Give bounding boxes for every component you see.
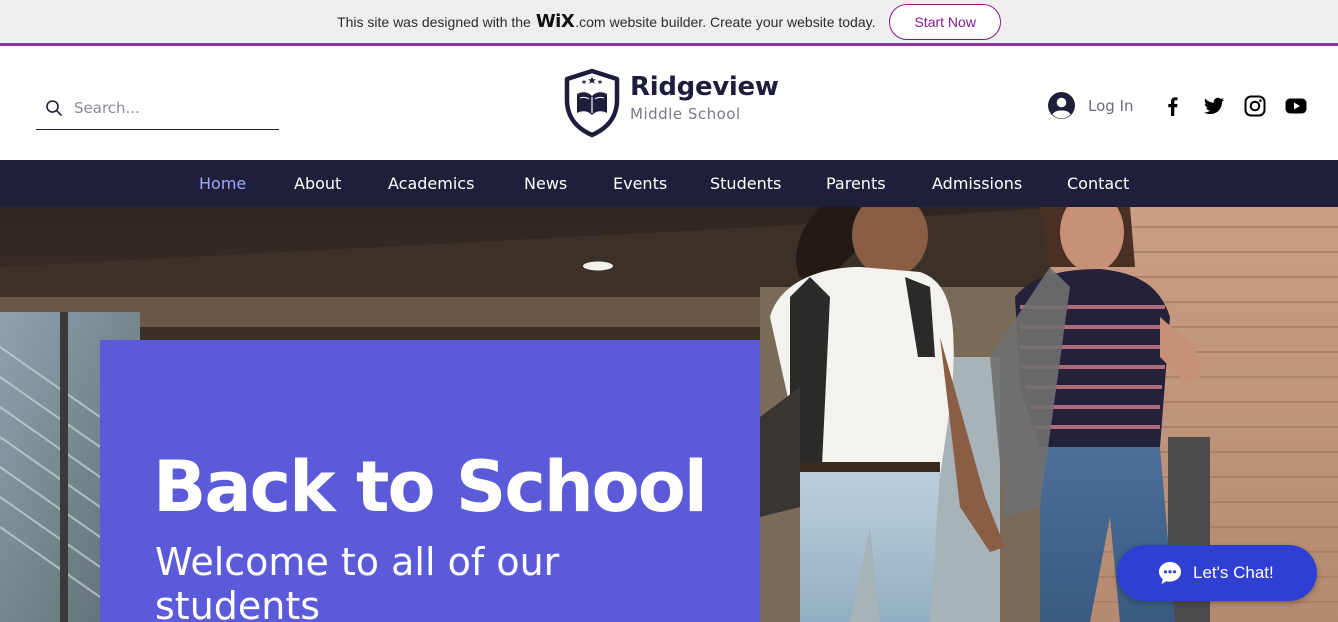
- wix-banner-text: This site was designed with the WiX .com …: [337, 11, 875, 32]
- user-avatar-icon: [1048, 92, 1075, 119]
- twitter-icon[interactable]: [1203, 95, 1225, 117]
- nav-item-contact[interactable]: Contact: [1067, 160, 1129, 207]
- wix-promo-banner: This site was designed with the WiX .com …: [0, 0, 1338, 43]
- school-subtitle: Middle School: [630, 105, 741, 123]
- site-header: Ridgeview Middle School Log In: [0, 46, 1338, 160]
- instagram-icon[interactable]: [1244, 95, 1266, 117]
- shield-book-icon: [564, 68, 620, 138]
- main-navigation: Home About Academics News Events Student…: [0, 160, 1338, 207]
- hero-card: Back to School Welcome to all of our stu…: [100, 340, 760, 622]
- login-label: Log In: [1088, 96, 1134, 115]
- youtube-icon[interactable]: [1285, 95, 1307, 117]
- nav-item-home[interactable]: Home: [199, 160, 246, 207]
- social-links: [1162, 95, 1307, 117]
- search-input[interactable]: [74, 98, 264, 117]
- nav-item-students[interactable]: Students: [710, 160, 781, 207]
- school-name: Ridgeview: [630, 72, 779, 102]
- chat-button[interactable]: Let's Chat!: [1117, 545, 1317, 601]
- wix-banner-text-start: This site was designed with the: [337, 13, 531, 30]
- school-logo[interactable]: Ridgeview Middle School: [562, 68, 779, 138]
- chat-bubble-icon: [1159, 562, 1181, 584]
- nav-item-events[interactable]: Events: [613, 160, 667, 207]
- nav-item-admissions[interactable]: Admissions: [932, 160, 1022, 207]
- login-button[interactable]: Log In: [1048, 92, 1134, 119]
- nav-item-academics[interactable]: Academics: [388, 160, 474, 207]
- start-now-button[interactable]: Start Now: [889, 3, 1001, 40]
- wix-logo: WiX: [535, 11, 575, 32]
- wix-banner-text-end: website builder. Create your website tod…: [609, 13, 876, 30]
- chat-label: Let's Chat!: [1193, 563, 1274, 582]
- hero-title: Back to School: [153, 446, 708, 528]
- nav-item-about[interactable]: About: [294, 160, 341, 207]
- nav-item-parents[interactable]: Parents: [826, 160, 886, 207]
- search-icon: [46, 99, 62, 116]
- nav-item-news[interactable]: News: [524, 160, 567, 207]
- search-bar[interactable]: [36, 86, 279, 130]
- wix-domain: .com: [575, 13, 606, 30]
- hero-subtitle: Welcome to all of our students: [155, 540, 560, 622]
- facebook-icon[interactable]: [1162, 95, 1184, 117]
